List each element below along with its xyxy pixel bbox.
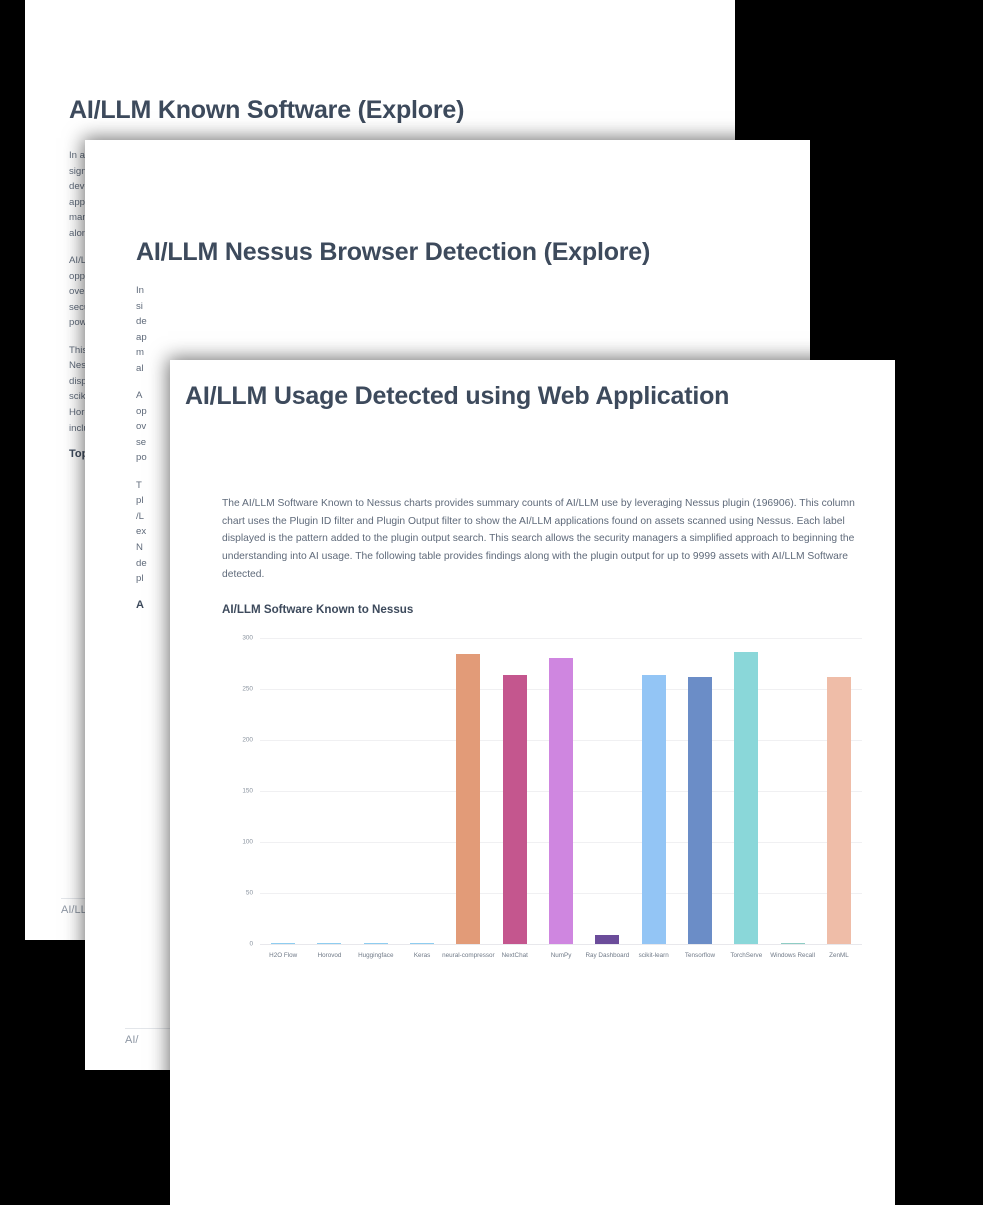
chart-bar[interactable] [502,675,527,944]
chart-plot-area: 0 50 100 150 200 250 300 H2O Flow Horovod Huggin… [242,634,862,959]
x-axis-tick-label: ZenML [829,951,849,959]
x-axis-tick-label: Huggingface [358,951,394,959]
chart-bar[interactable] [317,942,342,944]
y-axis-tick-label: 150 [242,787,253,795]
chart-bar-slot[interactable]: Tensorflow [677,638,723,959]
chart-bar-slot[interactable]: Huggingface [353,638,399,959]
document-page-usage-detected-web-application[interactable]: AI/LLM Usage Detected using Web Applicat… [170,360,895,1205]
chart-bar-slot[interactable]: Ray Dashboard [584,638,630,959]
x-axis-tick-label: Ray Dashboard [585,951,630,959]
chart-bar[interactable] [826,677,851,944]
chart-bar[interactable] [271,942,296,944]
chart-bar-slot[interactable]: neural-compressor [442,638,495,959]
y-axis-tick-label: 100 [242,838,253,846]
chart-heading: AI/LLM Software Known to Nessus [222,602,414,616]
chart-bar[interactable] [549,657,574,944]
chart-bar-slot[interactable]: NumPy [538,638,584,959]
chart-bar-slot[interactable]: Keras [399,638,445,959]
chart-bar-slot[interactable]: scikit-learn [631,638,677,959]
x-axis-tick-label: NumPy [550,951,572,959]
y-axis-tick-label: 50 [245,889,253,897]
chart-bar-group: H2O Flow Horovod Huggingface Keras neural-co… [260,638,862,959]
chart-bar-slot[interactable]: ZenML [816,638,862,959]
page-title: AI/LLM Nessus Browser Detection (Explore… [136,238,651,266]
chart-bar[interactable] [363,942,388,944]
intro-paragraph: The AI/LLM Software Known to Nessus char… [222,498,855,580]
y-axis-tick-label: 250 [242,685,253,693]
x-axis-tick-label: Tensorflow [684,951,716,959]
x-axis-tick-label: neural-compressor [442,951,495,959]
chart-bar[interactable] [641,675,666,944]
chart-bar[interactable] [456,653,481,944]
chart-bar-slot[interactable]: NextChat [492,638,538,959]
chart-bar[interactable] [595,935,620,944]
x-axis-tick-label: NextChat [501,951,528,959]
x-axis-tick-label: TorchServe [730,951,763,959]
screenshot-stage: AI/LLM Known Software (Explore) In an si… [0,0,983,1205]
x-axis-tick-label: H2O Flow [269,951,298,959]
page-title: AI/LLM Usage Detected using Web Applicat… [185,382,730,410]
chart-bar[interactable] [410,942,435,944]
y-axis-tick-label: 200 [242,736,253,744]
aillm-software-bar-chart[interactable]: 0 50 100 150 200 250 300 H2O Flow Horovod Huggin… [222,632,862,972]
chart-bar[interactable] [687,677,712,944]
y-axis-tick-label: 0 [249,940,253,948]
x-axis-tick-label: scikit-learn [638,951,669,959]
chart-bar-slot[interactable]: Horovod [306,638,352,959]
chart-bar[interactable] [734,651,759,944]
x-axis-tick-label: Keras [413,951,431,959]
chart-bar[interactable] [780,942,805,944]
y-axis-tick-label: 300 [242,634,253,642]
document-content: The AI/LLM Software Known to Nessus char… [222,495,867,972]
chart-bar-slot[interactable]: Windows Recall [769,638,815,959]
page-title: AI/LLM Known Software (Explore) [69,96,465,124]
chart-bar-slot[interactable]: TorchServe [723,638,769,959]
x-axis-tick-label: Horovod [317,951,342,959]
chart-gridline: 0 [249,940,862,947]
chart-bar-slot[interactable]: H2O Flow [260,638,306,959]
x-axis-tick-label: Windows Recall [770,951,815,959]
